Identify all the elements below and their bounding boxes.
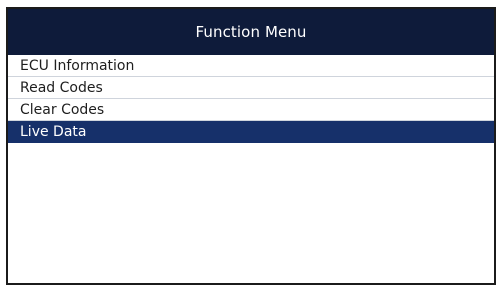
- menu-item-label: Live Data: [20, 124, 87, 140]
- menu-item-ecu-information[interactable]: ECU Information: [8, 55, 494, 77]
- page-title: Function Menu: [195, 23, 307, 41]
- menu-item-read-codes[interactable]: Read Codes: [8, 77, 494, 99]
- function-menu: ECU Information Read Codes Clear Codes L…: [8, 55, 494, 143]
- device-screen: Function Menu ECU Information Read Codes…: [6, 7, 496, 285]
- menu-item-clear-codes[interactable]: Clear Codes: [8, 99, 494, 121]
- menu-item-label: ECU Information: [20, 58, 135, 74]
- menu-item-live-data[interactable]: Live Data: [8, 121, 494, 143]
- screen-header: Function Menu: [8, 9, 494, 55]
- menu-item-label: Read Codes: [20, 80, 103, 96]
- menu-item-label: Clear Codes: [20, 102, 105, 118]
